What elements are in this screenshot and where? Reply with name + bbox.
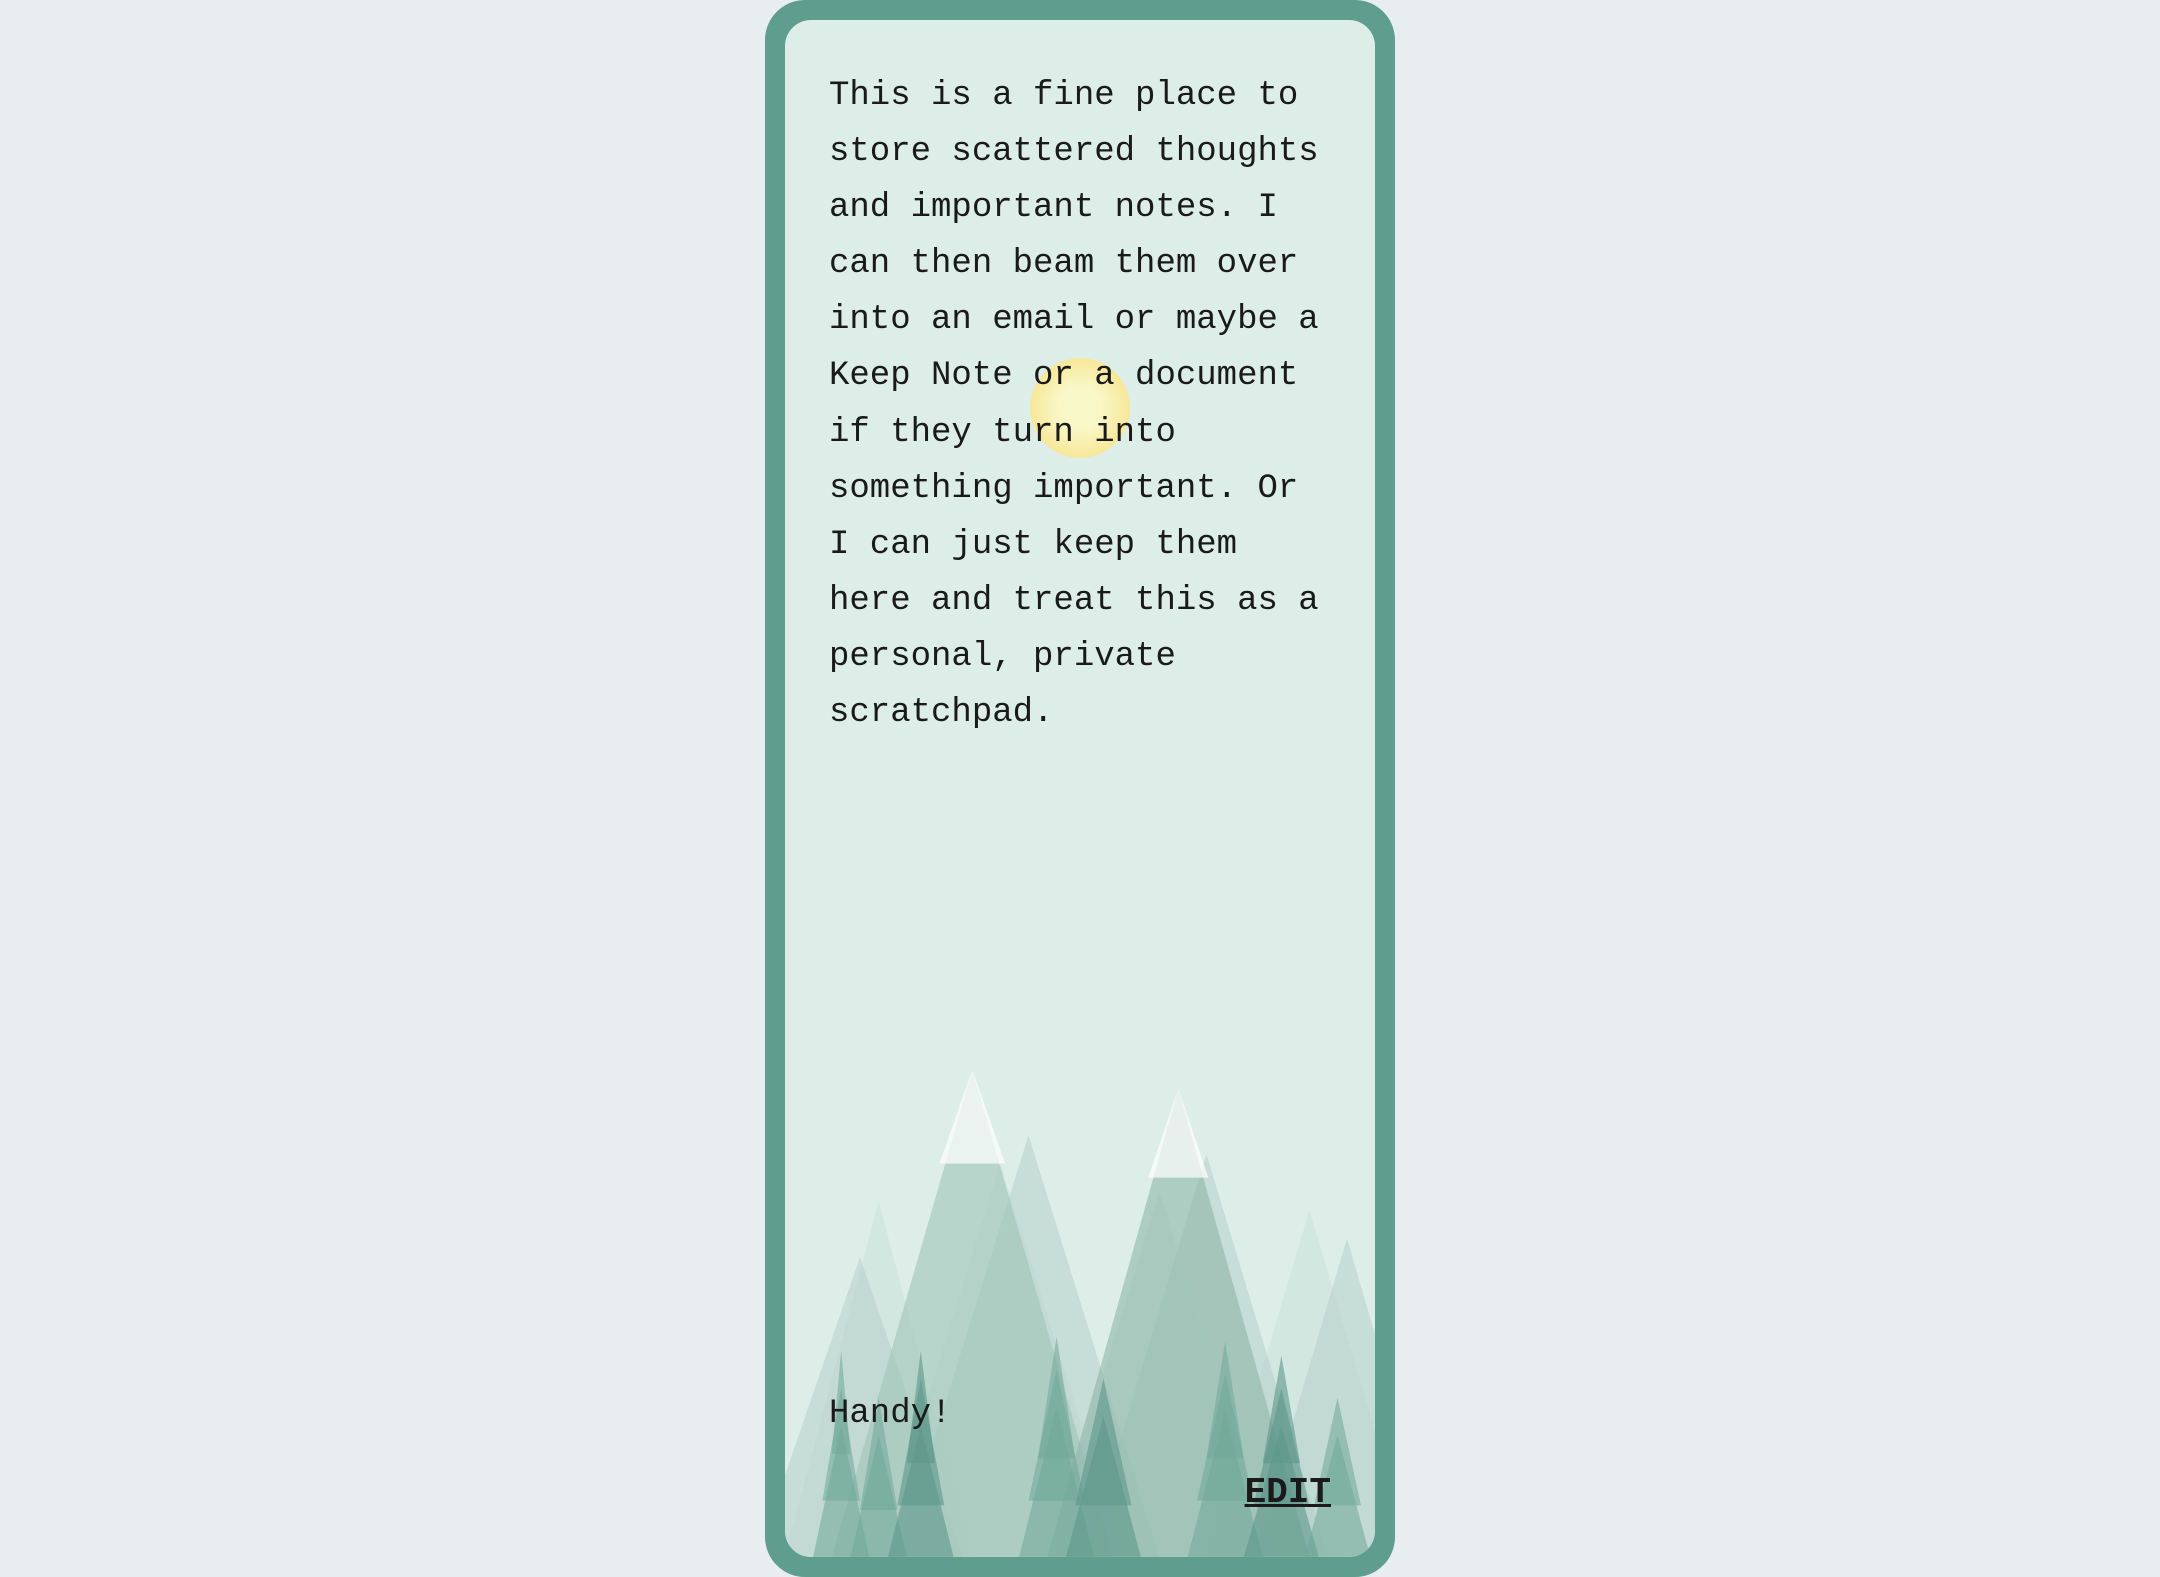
edit-button[interactable]: EDIT — [1245, 1472, 1331, 1513]
note-main-text: This is a fine place to store scattered … — [829, 68, 1331, 1326]
note-content: This is a fine place to store scattered … — [785, 20, 1375, 1386]
card-wrapper: This is a fine place to store scattered … — [765, 0, 1395, 1577]
card-inner: This is a fine place to store scattered … — [785, 20, 1375, 1557]
note-extra-text: Handy! — [829, 1386, 1331, 1442]
bottom-area: Handy! EDIT — [785, 1386, 1375, 1557]
